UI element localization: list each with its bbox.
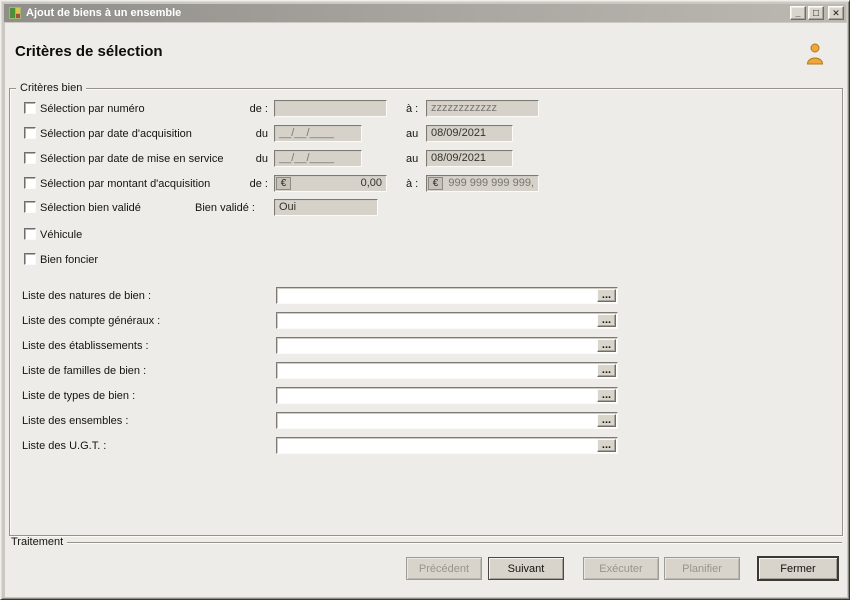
date-mise-en-service-checkbox[interactable] xyxy=(24,152,36,164)
liste-ugt-input[interactable]: ... xyxy=(276,437,618,454)
liste-types-label: Liste de types de bien : xyxy=(22,389,135,403)
row-liste-natures: Liste des natures de bien : ... xyxy=(10,287,842,307)
page-title: Critères de sélection xyxy=(15,43,163,60)
from-label: de : xyxy=(234,177,268,191)
traitement-divider xyxy=(67,542,842,543)
row-vehicule: Véhicule xyxy=(10,226,842,246)
traitement-label: Traitement xyxy=(11,536,63,548)
date-mise-en-service-to-input[interactable]: 08/09/2021 xyxy=(426,150,513,167)
selection-numero-label: Sélection par numéro xyxy=(40,102,145,116)
groupbox-label: Critères bien xyxy=(16,81,86,95)
criteria-groupbox: Critères bien Sélection par numéro de : … xyxy=(9,88,843,536)
date-mise-en-service-label: Sélection par date de mise en service xyxy=(40,152,223,166)
row-bien-valide: Sélection bien validé Bien validé : Oui xyxy=(10,199,842,219)
browse-button[interactable]: ... xyxy=(597,289,616,302)
bien-valide-label: Sélection bien validé xyxy=(40,201,141,215)
row-liste-etablissements: Liste des établissements : ... xyxy=(10,337,842,357)
liste-etablissements-label: Liste des établissements : xyxy=(22,339,149,353)
montant-acquisition-label: Sélection par montant d'acquisition xyxy=(40,177,210,191)
euro-icon: € xyxy=(276,177,291,190)
liste-natures-label: Liste des natures de bien : xyxy=(22,289,151,303)
date-acquisition-label: Sélection par date d'acquisition xyxy=(40,127,192,141)
row-liste-ugt: Liste des U.G.T. : ... xyxy=(10,437,842,457)
date-acquisition-from-value: __/__/____ xyxy=(279,127,334,140)
browse-button[interactable]: ... xyxy=(597,414,616,427)
numero-from-input[interactable] xyxy=(274,100,387,117)
bien-valide-field-label: Bien validé : xyxy=(195,201,255,215)
to-label: à : xyxy=(406,177,418,191)
dialog-body: Critères de sélection Critères bien Séle… xyxy=(5,23,847,597)
date-acquisition-from-input[interactable]: __/__/____ xyxy=(274,125,362,142)
minimize-button[interactable]: _ xyxy=(790,6,806,20)
liste-natures-input[interactable]: ... xyxy=(276,287,618,304)
planifier-button[interactable]: Planifier xyxy=(664,557,740,580)
close-button[interactable]: ✕ xyxy=(828,6,844,20)
row-date-acquisition: Sélection par date d'acquisition du __/_… xyxy=(10,125,842,145)
window-controls: _ □ ✕ xyxy=(790,6,844,20)
browse-button[interactable]: ... xyxy=(597,389,616,402)
row-date-mise-en-service: Sélection par date de mise en service du… xyxy=(10,150,842,170)
liste-ugt-label: Liste des U.G.T. : xyxy=(22,439,106,453)
row-liste-ensembles: Liste des ensembles : ... xyxy=(10,412,842,432)
row-liste-familles: Liste de familles de bien : ... xyxy=(10,362,842,382)
bien-valide-checkbox[interactable] xyxy=(24,201,36,213)
from-label: de : xyxy=(234,102,268,116)
euro-icon: € xyxy=(428,177,443,190)
numero-to-input[interactable]: zzzzzzzzzzzz xyxy=(426,100,539,117)
row-liste-types: Liste de types de bien : ... xyxy=(10,387,842,407)
browse-button[interactable]: ... xyxy=(597,339,616,352)
to-label: à : xyxy=(406,102,418,116)
vehicule-label: Véhicule xyxy=(40,228,82,242)
vehicule-checkbox[interactable] xyxy=(24,228,36,240)
montant-acquisition-checkbox[interactable] xyxy=(24,177,36,189)
row-selection-numero: Sélection par numéro de : à : zzzzzzzzzz… xyxy=(10,100,842,120)
selection-numero-checkbox[interactable] xyxy=(24,102,36,114)
bien-foncier-label: Bien foncier xyxy=(40,253,98,267)
liste-comptes-label: Liste des compte généraux : xyxy=(22,314,160,328)
suivant-button[interactable]: Suivant xyxy=(488,557,564,580)
maximize-button[interactable]: □ xyxy=(808,6,824,20)
precedent-button[interactable]: Précédent xyxy=(406,557,482,580)
date-acquisition-checkbox[interactable] xyxy=(24,127,36,139)
date-acquisition-to-input[interactable]: 08/09/2021 xyxy=(426,125,513,142)
browse-button[interactable]: ... xyxy=(597,439,616,452)
liste-ensembles-label: Liste des ensembles : xyxy=(22,414,128,428)
executer-button[interactable]: Exécuter xyxy=(583,557,659,580)
from-label: du xyxy=(234,127,268,141)
browse-button[interactable]: ... xyxy=(597,314,616,327)
row-bien-foncier: Bien foncier xyxy=(10,251,842,271)
date-mise-en-service-from-value: __/__/____ xyxy=(279,152,334,165)
bien-valide-value: Oui xyxy=(279,201,296,214)
browse-button[interactable]: ... xyxy=(597,364,616,377)
user-icon xyxy=(806,43,824,65)
montant-from-value: 0,00 xyxy=(361,177,382,190)
window-title: Ajout de biens à un ensemble xyxy=(26,7,790,19)
liste-familles-label: Liste de familles de bien : xyxy=(22,364,146,378)
liste-ensembles-input[interactable]: ... xyxy=(276,412,618,429)
dialog-window: Ajout de biens à un ensemble _ □ ✕ Critè… xyxy=(0,0,850,600)
liste-etablissements-input[interactable]: ... xyxy=(276,337,618,354)
bien-foncier-checkbox[interactable] xyxy=(24,253,36,265)
date-mise-en-service-to-value: 08/09/2021 xyxy=(431,152,486,165)
numero-to-value: zzzzzzzzzzzz xyxy=(431,102,497,115)
date-acquisition-to-value: 08/09/2021 xyxy=(431,127,486,140)
row-montant-acquisition: Sélection par montant d'acquisition de :… xyxy=(10,175,842,195)
from-label: du xyxy=(234,152,268,166)
bien-valide-input[interactable]: Oui xyxy=(274,199,378,216)
liste-familles-input[interactable]: ... xyxy=(276,362,618,379)
montant-to-input[interactable]: € 999 999 999 999, xyxy=(426,175,539,192)
liste-comptes-input[interactable]: ... xyxy=(276,312,618,329)
app-icon xyxy=(9,7,21,19)
date-mise-en-service-from-input[interactable]: __/__/____ xyxy=(274,150,362,167)
row-liste-comptes: Liste des compte généraux : ... xyxy=(10,312,842,332)
fermer-button[interactable]: Fermer xyxy=(758,557,838,580)
to-label: au xyxy=(406,152,418,166)
titlebar[interactable]: Ajout de biens à un ensemble _ □ ✕ xyxy=(4,4,846,22)
to-label: au xyxy=(406,127,418,141)
montant-to-value: 999 999 999 999, xyxy=(448,177,534,190)
montant-from-input[interactable]: € 0,00 xyxy=(274,175,387,192)
liste-types-input[interactable]: ... xyxy=(276,387,618,404)
